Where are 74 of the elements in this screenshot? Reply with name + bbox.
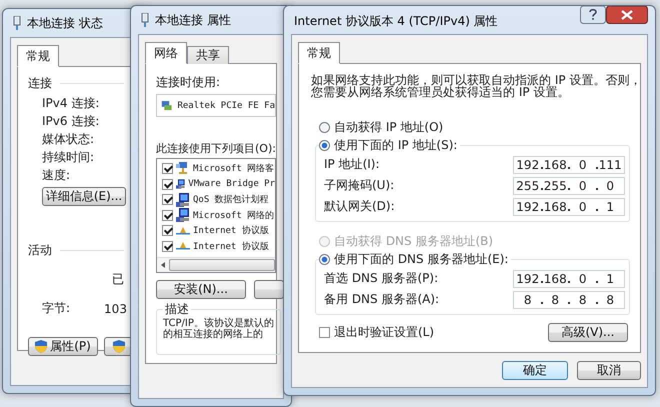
checkbox[interactable]	[162, 210, 173, 221]
description-text: TCP/IP。该协议是默认的 的相互连接的网络上的	[163, 318, 274, 340]
help-icon[interactable]	[580, 6, 606, 24]
field-label: 默认网关(D):	[324, 198, 395, 215]
field-label: 媒体状态:	[42, 131, 96, 148]
section-heading: 连接	[28, 75, 52, 92]
adapter-field: Realtek PCIe FE Fa	[156, 94, 276, 118]
install-button[interactable]: 安装(N)...	[156, 280, 246, 299]
list-item[interactable]: Internet 协议版	[157, 223, 275, 239]
radio-label: 自动获得 DNS 服务器地址(B)	[334, 232, 494, 250]
network-adapter-icon	[13, 16, 21, 30]
field-label: IPv6 连接:	[42, 113, 100, 130]
tab[interactable]: 常规	[298, 42, 340, 64]
ok-button[interactable]: 确定	[502, 360, 568, 380]
radio-label: 自动获得 IP 地址(O)	[334, 118, 444, 136]
field-label: 速度:	[42, 167, 72, 184]
sent-label: 已	[112, 271, 124, 288]
bytes-value: 103	[104, 302, 127, 316]
ip-address-field[interactable]: 192 168 0 1	[513, 198, 625, 216]
radio-button[interactable]	[319, 122, 330, 132]
checkbox[interactable]	[162, 194, 173, 206]
cancel-button[interactable]: 取消	[577, 360, 641, 380]
intro-text: 如果网络支持此功能，则可以获取自动指派的 IP 设置。否则， 您需要从网络系统管理员处获得适当的 IP 设置。	[311, 74, 642, 98]
checkbox[interactable]	[162, 178, 173, 190]
list-item[interactable]: QoS 数据包计划程	[157, 192, 275, 208]
group-legend: 描述	[163, 300, 191, 318]
radio-button[interactable]	[319, 254, 330, 264]
checkbox[interactable]	[162, 163, 173, 174]
field-label: 持续时间:	[42, 149, 96, 166]
field-label: 子网掩码(U):	[324, 177, 394, 194]
field-label: 此连接使用下列项目(O):	[156, 141, 276, 156]
advanced-button[interactable]: 高级(V)...	[548, 323, 628, 342]
checkbox[interactable]	[162, 240, 173, 252]
horizontal-scrollbar[interactable]	[157, 256, 275, 272]
window-title: 本地连接 属性	[155, 12, 231, 28]
shield-icon	[113, 340, 125, 353]
field-label: IP 地址(I):	[324, 156, 380, 173]
ip-address-field[interactable]: 255 255 0 0	[513, 176, 625, 194]
list-item[interactable]: VMware Bridge Pr	[157, 176, 275, 192]
list-item[interactable]: Internet 协议版	[157, 238, 275, 254]
network-adapter-icon	[161, 98, 172, 113]
ip-address-field[interactable]: 192 168 0 111	[513, 156, 625, 174]
shield-icon	[35, 340, 48, 353]
window-title: 本地连接 状态	[27, 14, 103, 32]
list-item[interactable]: Microsoft 网络客	[157, 161, 275, 177]
ip-address-field[interactable]: 192 168 0 1	[513, 270, 625, 288]
details-button[interactable]: 详细信息(E)...	[42, 187, 126, 206]
network-adapter-icon	[141, 13, 149, 27]
section-heading: 活动	[28, 242, 52, 259]
checkbox[interactable]	[162, 225, 173, 236]
ip-address-field[interactable]: 8 8 8 8	[513, 290, 625, 308]
computer-icon	[176, 208, 190, 222]
tab[interactable]: 共享	[187, 46, 229, 64]
scroll-left-icon[interactable]	[161, 262, 165, 268]
field-label: 备用 DNS 服务器(A):	[324, 291, 440, 308]
list-item[interactable]: Microsoft 网络的	[157, 208, 275, 224]
protocol-icon	[176, 226, 190, 235]
field-label: 连接时使用:	[156, 74, 222, 91]
radio-button[interactable]	[319, 140, 330, 150]
field-label: IPv4 连接:	[42, 95, 100, 112]
checkbox-label: 退出时验证设置(L)	[334, 324, 434, 341]
properties-button[interactable]: 属性(P)	[28, 337, 98, 356]
bytes-label: 字节:	[42, 300, 70, 317]
radio-label: 使用下面的 DNS 服务器地址(E):	[334, 250, 508, 268]
field-label: 首选 DNS 服务器(P):	[324, 270, 438, 287]
uninstall-button[interactable]	[254, 280, 284, 299]
protocol-icon	[176, 242, 190, 250]
radio-label: 使用下面的 IP 地址(S):	[334, 136, 458, 154]
window-title: Internet 协议版本 4 (TCP/IPv4) 属性	[294, 13, 498, 30]
tab[interactable]: 网络	[145, 42, 187, 64]
close-icon[interactable]	[606, 6, 648, 24]
tab[interactable]: 常规	[17, 45, 59, 67]
checkbox[interactable]	[319, 327, 330, 338]
network-client-icon	[176, 162, 190, 176]
